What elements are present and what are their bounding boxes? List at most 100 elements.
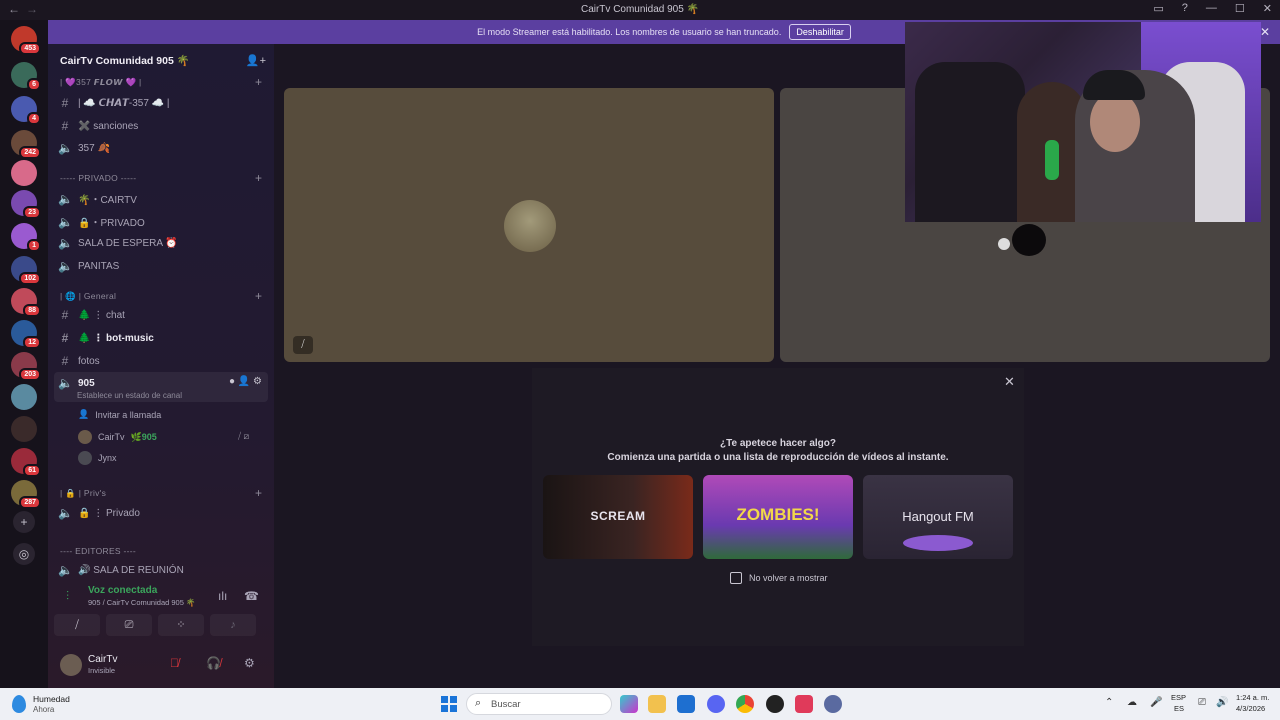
start-button[interactable] xyxy=(441,696,457,712)
add-channel-icon[interactable]: + xyxy=(255,289,262,303)
activity-close-icon[interactable]: ✕ xyxy=(1004,374,1015,390)
channel-privado[interactable]: 🔈 🔒・PRIVADO xyxy=(58,214,145,230)
muted-video-icon: ⧸ ⧄ xyxy=(238,431,250,441)
category-editores[interactable]: ---- EDITORES ---- xyxy=(60,546,136,556)
channel-905[interactable]: 🔈 905 xyxy=(58,376,95,390)
cloud-icon[interactable]: ☁ xyxy=(1127,697,1137,708)
voice-user-jynx[interactable]: Jynx xyxy=(78,451,117,465)
weather-label[interactable]: Humedad xyxy=(33,694,70,704)
server-icon[interactable]: 287 xyxy=(11,480,41,509)
channel-sala-reunion[interactable]: 🔈 🔊 SALA DE REUNIÓN xyxy=(58,563,184,577)
camera-off-button[interactable]: ⧸ xyxy=(54,614,100,636)
server-icon[interactable]: 102 xyxy=(11,256,41,285)
chrome-icon[interactable] xyxy=(736,695,754,713)
keyboard-layout[interactable]: ES xyxy=(1174,704,1184,713)
server-icon[interactable]: 88 xyxy=(11,288,41,317)
server-icon[interactable]: 242 xyxy=(11,130,41,159)
server-icon[interactable] xyxy=(11,416,37,442)
channel-fotos[interactable]: # fotos xyxy=(58,354,100,368)
add-channel-icon[interactable]: + xyxy=(255,171,262,185)
channel-357[interactable]: 🔈 357 🍂 xyxy=(58,141,110,155)
channel-cairtv[interactable]: 🔈 🌴・CAIRTV xyxy=(58,191,137,207)
activities-button[interactable]: ⁘ xyxy=(158,614,204,636)
copilot-icon[interactable] xyxy=(620,695,638,713)
server-icon[interactable]: 4 xyxy=(11,96,41,125)
voice-connected-subtitle[interactable]: 905 / CairTv Comunidad 905 🌴 xyxy=(88,598,195,607)
obs-icon[interactable] xyxy=(766,695,784,713)
chat-bubble-icon[interactable]: ● 👤 ⚙ xyxy=(229,376,262,387)
dont-show-label[interactable]: No volver a mostrar xyxy=(749,573,828,583)
help-icon[interactable]: ? xyxy=(1182,2,1188,15)
soundboard-icon[interactable]: ılı xyxy=(218,589,227,603)
tiktok-icon[interactable] xyxy=(795,695,813,713)
settings-gear-icon[interactable]: ⚙ xyxy=(244,656,255,670)
search-box[interactable]: ⌕ Buscar xyxy=(466,693,612,715)
server-icon[interactable]: 6 xyxy=(11,62,41,91)
mic-muted-icon[interactable]: 🎙̸ xyxy=(170,656,179,670)
minimize-icon[interactable]: — xyxy=(1206,2,1217,15)
server-icon[interactable]: 12 xyxy=(11,320,41,349)
disable-streamer-button[interactable]: Deshabilitar xyxy=(789,24,851,40)
channel-sala-espera[interactable]: 🔈 SALA DE ESPERA ⏰ xyxy=(58,236,178,250)
server-icon[interactable]: 23 xyxy=(11,190,41,219)
settings-app-icon[interactable] xyxy=(824,695,842,713)
dont-show-checkbox[interactable] xyxy=(730,572,742,584)
disconnect-icon[interactable]: ☎ xyxy=(244,589,259,603)
server-icon[interactable]: 203 xyxy=(11,352,41,381)
voice-user-cairtv[interactable]: CairTv 🌿905 xyxy=(78,430,157,444)
hash-icon: # xyxy=(61,96,69,110)
activity-card-zombies[interactable]: ZOMBIES! xyxy=(703,475,853,559)
add-channel-icon[interactable]: + xyxy=(255,75,262,89)
screen-share-button[interactable]: ⎚ xyxy=(106,614,152,636)
server-icon[interactable] xyxy=(11,160,37,186)
clock-time[interactable]: 1:24 a. m. xyxy=(1236,693,1269,702)
discord-icon[interactable] xyxy=(707,695,725,713)
participant-avatar xyxy=(504,200,556,252)
server-name[interactable]: CairTv Comunidad 905 🌴 xyxy=(60,54,190,67)
category-privado[interactable]: ----- PRIVADO ----- xyxy=(60,173,136,183)
server-icon[interactable]: 61 xyxy=(11,448,41,477)
close-window-icon[interactable]: ✕ xyxy=(1263,2,1272,15)
channel-status[interactable]: Establece un estado de canal xyxy=(77,391,182,400)
add-channel-icon[interactable]: + xyxy=(255,486,262,500)
deafen-icon[interactable]: 🎧̸ xyxy=(206,656,221,670)
add-server-icon[interactable]: + xyxy=(13,511,35,533)
server-icon[interactable] xyxy=(11,384,37,410)
activity-card-scream[interactable]: SCREAM xyxy=(543,475,693,559)
channel-privado-2[interactable]: 🔈 🔒 ⋮ Privado xyxy=(58,506,140,520)
banner-close-icon[interactable]: ✕ xyxy=(1260,25,1270,39)
server-icon[interactable]: 453 xyxy=(11,26,41,55)
explore-icon[interactable]: ◎ xyxy=(13,543,35,565)
maximize-icon[interactable]: ☐ xyxy=(1235,2,1245,15)
channel-bot-music[interactable]: # 🌲 ⋮ bot-music xyxy=(58,331,154,345)
soundboard-button[interactable]: ♪ xyxy=(210,614,256,636)
channel-chat-357[interactable]: # | ☁️ 𝘾𝙃𝘼𝙏-357 ☁️ | xyxy=(58,96,170,110)
channel-panitas[interactable]: 🔈 PANITAS xyxy=(58,259,119,273)
activity-card-hangout[interactable]: Hangout FM xyxy=(863,475,1013,559)
signal-icon[interactable]: ⫶ xyxy=(66,589,69,604)
category-privs[interactable]: | 🔒 | Priv's xyxy=(60,488,106,499)
server-icon[interactable]: 1 xyxy=(11,223,41,252)
channel-sanciones[interactable]: # ✖️ sanciones xyxy=(58,119,139,133)
user-avatar[interactable] xyxy=(60,654,82,676)
invite-to-call[interactable]: 👤 Invitar a llamada xyxy=(78,409,161,420)
category-flow[interactable]: | 💜357 𝙁𝙇𝙊𝙒 💜 | xyxy=(60,77,142,88)
status-indicator-icon xyxy=(998,238,1010,250)
category-general[interactable]: | 🌐 | General xyxy=(60,291,116,302)
network-icon[interactable]: ⎚ xyxy=(1198,697,1206,708)
add-member-icon[interactable]: 👤+ xyxy=(246,54,266,67)
file-explorer-icon[interactable] xyxy=(648,695,666,713)
mic-tray-icon[interactable]: 🎤 xyxy=(1150,697,1162,708)
humidity-icon[interactable] xyxy=(12,695,26,713)
volume-icon[interactable]: 🔊 xyxy=(1216,697,1228,708)
clock-date[interactable]: 4/3/2026 xyxy=(1236,704,1265,713)
store-icon[interactable] xyxy=(677,695,695,713)
inbox-icon[interactable]: ▭ xyxy=(1153,2,1163,15)
language-code[interactable]: ESP xyxy=(1171,693,1186,702)
channel-chat[interactable]: # 🌲 ⋮ chat xyxy=(58,308,125,322)
user-name[interactable]: CairTv xyxy=(88,654,117,665)
unread-badge: 287 xyxy=(19,496,41,509)
speaker-icon: 🔈 xyxy=(58,563,73,577)
tray-chevron-icon[interactable]: ⌃ xyxy=(1105,697,1113,708)
voice-connected-title[interactable]: Voz conectada xyxy=(88,585,157,596)
